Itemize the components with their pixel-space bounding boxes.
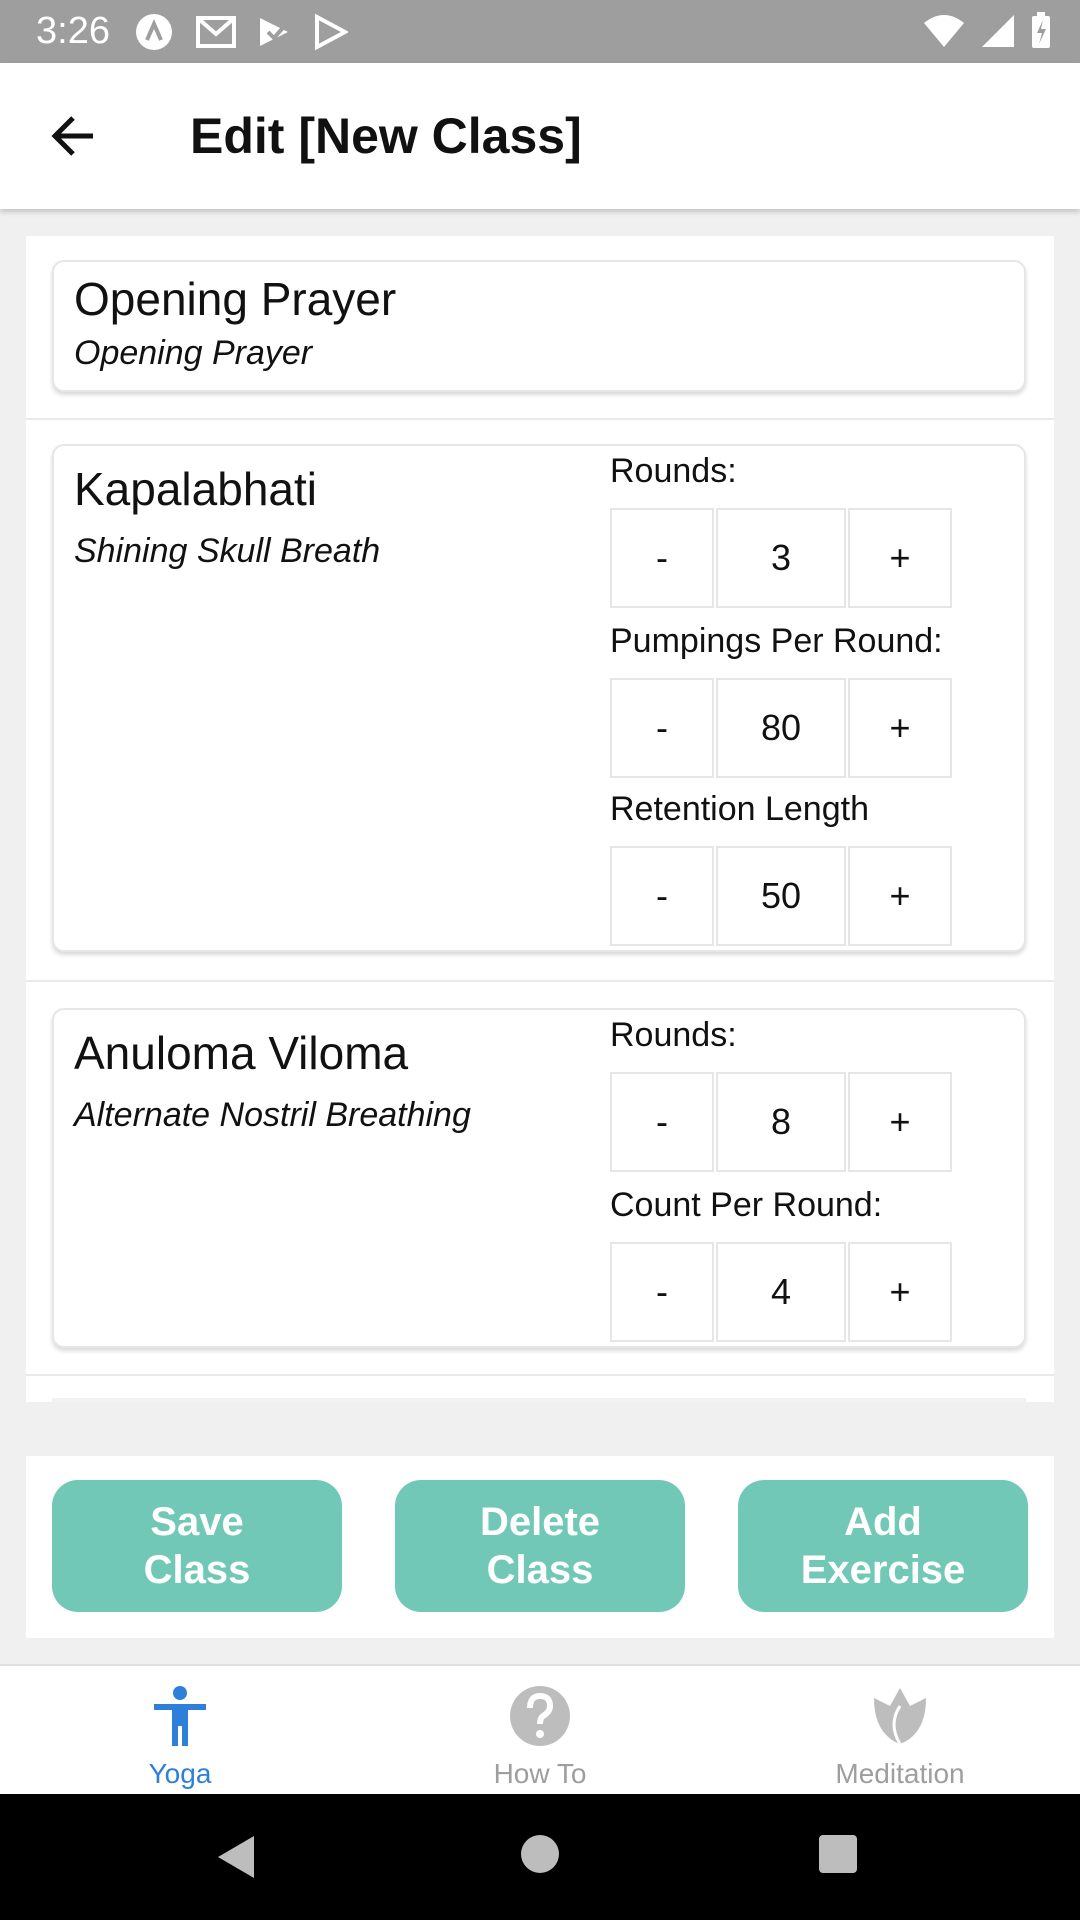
exercise-subtitle: Opening Prayer [74,334,313,372]
decrement-button[interactable]: - [610,846,714,946]
count-stepper: - 4 + [610,1242,952,1346]
nav-tab-meditation[interactable]: Meditation [720,1666,1080,1796]
increment-button[interactable]: + [848,1242,952,1342]
decrement-button[interactable]: - [610,1242,714,1342]
exercise-card-opening-prayer[interactable]: Opening Prayer Opening Prayer [52,260,1026,392]
back-button[interactable] [40,103,106,169]
retention-stepper: - 50 + [610,846,952,950]
delete-class-button[interactable]: Delete Class [395,1480,685,1612]
pumpings-stepper: - 80 + [610,678,952,782]
app-bar: Edit [New Class] [0,63,1080,209]
stepper-value: 80 [716,678,846,778]
play-store-icon [315,14,348,50]
person-yoga-icon [154,1686,206,1746]
nav-tab-how-to[interactable]: How To [360,1666,720,1796]
save-class-button[interactable]: Save Class [52,1480,342,1612]
exercise-name: Opening Prayer [74,273,397,325]
bottom-navigation: Yoga How To Meditation [0,1664,1080,1796]
app-icon [136,14,172,50]
exercise-name: Kapalabhati [74,463,317,515]
exercise-name: Anuloma Viloma [74,1027,409,1079]
divider [26,980,1054,982]
page-title: Edit [New Class] [190,108,582,164]
param-label-pumpings: Pumpings Per Round: [610,622,943,660]
status-time: 3:26 [36,10,110,52]
system-status-icons [922,12,1052,50]
lotus-icon [874,1688,926,1745]
add-exercise-button[interactable]: Add Exercise [738,1480,1028,1612]
exercise-subtitle: Shining Skull Breath [74,532,381,570]
decrement-button[interactable]: - [610,1072,714,1172]
task-icon [260,18,290,46]
param-label-retention: Retention Length [610,790,869,828]
signal-icon [982,15,1014,47]
nav-label: How To [493,1758,587,1789]
param-label-rounds: Rounds: [610,1016,737,1054]
status-bar: 3:26 [0,0,1080,63]
decrement-button[interactable]: - [610,678,714,778]
nav-label: Meditation [835,1758,965,1789]
next-card-edge [52,1398,1026,1402]
divider [26,418,1054,420]
exercise-card-anuloma-viloma[interactable]: Anuloma Viloma Alternate Nostril Breathi… [52,1008,1026,1348]
exercise-subtitle: Alternate Nostril Breathing [74,1096,471,1134]
param-label-count: Count Per Round: [610,1186,883,1224]
wifi-icon [924,15,964,47]
divider [26,1374,1054,1376]
decrement-button[interactable]: - [610,508,714,608]
exercise-card-kapalabhati[interactable]: Kapalabhati Shining Skull Breath Rounds:… [52,444,1026,952]
help-circle-icon [510,1686,570,1746]
increment-button[interactable]: + [848,1072,952,1172]
rounds-stepper: - 3 + [610,508,952,612]
home-circle-icon[interactable] [520,1834,560,1874]
increment-button[interactable]: + [848,678,952,778]
arrow-back-icon [51,116,93,156]
stepper-value: 3 [716,508,846,608]
increment-button[interactable]: + [848,508,952,608]
action-bar: Save Class Delete Class Add Exercise [26,1456,1054,1638]
increment-button[interactable]: + [848,846,952,946]
notification-icons [134,12,348,52]
gmail-icon [196,16,236,48]
stepper-value: 8 [716,1072,846,1172]
stepper-value: 4 [716,1242,846,1342]
battery-icon [1032,12,1050,48]
stepper-value: 50 [716,846,846,946]
exercise-list[interactable]: Opening Prayer Opening Prayer Kapalabhat… [26,236,1054,1402]
rounds-stepper: - 8 + [610,1072,952,1176]
recents-square-icon[interactable] [818,1834,858,1874]
nav-tab-yoga[interactable]: Yoga [0,1666,360,1796]
nav-label: Yoga [148,1758,212,1789]
param-label-rounds: Rounds: [610,452,737,490]
back-triangle-icon[interactable] [214,1834,258,1880]
system-navigation-bar [0,1794,1080,1920]
